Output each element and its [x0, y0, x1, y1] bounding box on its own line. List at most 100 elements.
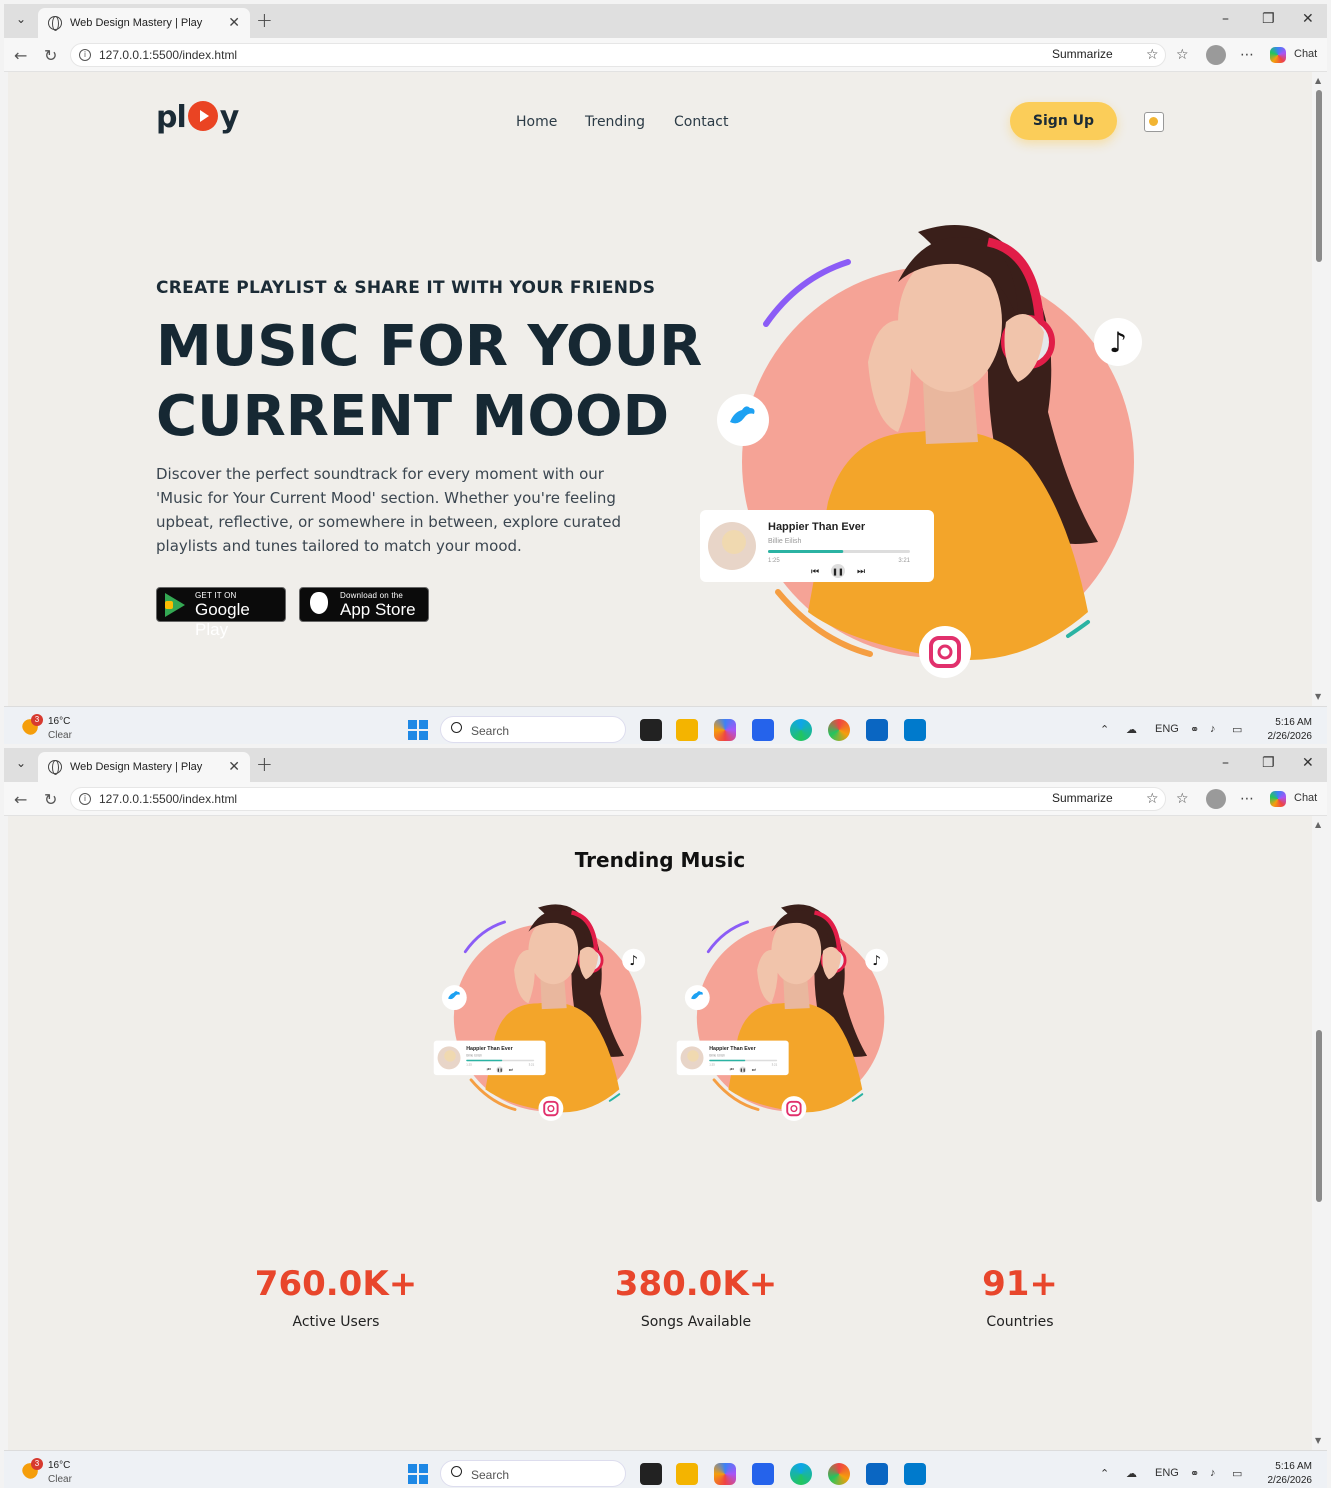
battery-icon[interactable]: ▭: [1232, 1467, 1242, 1480]
battery-icon[interactable]: ▭: [1232, 723, 1242, 736]
file-explorer-icon[interactable]: [676, 1463, 698, 1485]
summarize-button[interactable]: Summarize: [1052, 47, 1113, 61]
play-logo[interactable]: pl y: [156, 100, 239, 135]
profile-avatar[interactable]: [1206, 789, 1226, 809]
system-clock[interactable]: 5:16 AM 2/26/2026: [1262, 1460, 1313, 1488]
page-scrollbar[interactable]: ▲ ▼: [1312, 72, 1327, 706]
tray-chevron-icon[interactable]: ⌃: [1100, 723, 1109, 736]
restore-button[interactable]: ❐: [1262, 755, 1275, 771]
app-icon[interactable]: [752, 719, 774, 741]
task-view-icon[interactable]: [640, 1463, 662, 1485]
file-explorer-icon[interactable]: [676, 719, 698, 741]
site-info-icon[interactable]: i: [79, 793, 91, 805]
tray-chevron-icon[interactable]: ⌃: [1100, 1467, 1109, 1480]
vscode-icon[interactable]: [904, 1463, 926, 1485]
theme-toggle-icon[interactable]: [1144, 112, 1164, 132]
copilot-icon[interactable]: [1270, 791, 1286, 807]
copilot-app-icon[interactable]: [714, 1463, 736, 1485]
close-tab-icon[interactable]: ✕: [228, 14, 240, 31]
volume-icon[interactable]: ♪: [1210, 723, 1216, 735]
edge-icon[interactable]: [790, 719, 812, 741]
favorite-star-icon[interactable]: ☆: [1146, 47, 1159, 63]
close-tab-icon[interactable]: ✕: [228, 758, 240, 775]
language-indicator[interactable]: ENG: [1155, 723, 1179, 735]
twitter-bubble[interactable]: [717, 394, 769, 446]
prev-track-icon[interactable]: ⏮: [487, 1068, 491, 1073]
next-track-icon[interactable]: ⏭: [857, 567, 865, 577]
chat-button[interactable]: Chat: [1294, 48, 1317, 60]
edge-icon[interactable]: [790, 1463, 812, 1485]
twitter-bubble[interactable]: [684, 985, 710, 1011]
browser-tab[interactable]: Web Design Mastery | Play ✕: [38, 8, 250, 38]
language-indicator[interactable]: ENG: [1155, 1467, 1179, 1479]
scroll-up-arrow[interactable]: ▲: [1315, 76, 1321, 85]
chrome-icon[interactable]: [828, 719, 850, 741]
twitter-bubble[interactable]: [441, 985, 467, 1011]
summarize-button[interactable]: Summarize: [1052, 791, 1113, 805]
copilot-icon[interactable]: [1270, 47, 1286, 63]
instagram-bubble[interactable]: [781, 1096, 807, 1121]
new-tab-button[interactable]: +: [256, 8, 273, 32]
page-scrollbar[interactable]: ▲ ▼: [1312, 816, 1327, 1450]
volume-icon[interactable]: ♪: [1210, 1467, 1216, 1479]
back-arrow-icon[interactable]: ←: [14, 46, 27, 65]
instagram-bubble[interactable]: [919, 626, 971, 678]
trending-card-2[interactable]: ♪ Happier Than Ever Billie Eilish 1:25 3…: [671, 898, 891, 1123]
next-track-icon[interactable]: ⏭: [752, 1068, 756, 1073]
trending-card-1[interactable]: ♪ Happier Than Ever Billie Eilish 1:25 3…: [428, 898, 648, 1123]
more-menu-icon[interactable]: ⋯: [1240, 791, 1254, 807]
scroll-down-arrow[interactable]: ▼: [1315, 1436, 1321, 1445]
nav-contact[interactable]: Contact: [674, 114, 728, 130]
sign-up-button[interactable]: Sign Up: [1010, 102, 1117, 140]
minimize-button[interactable]: –: [1222, 11, 1229, 27]
scroll-up-arrow[interactable]: ▲: [1315, 820, 1321, 829]
nav-trending[interactable]: Trending: [585, 114, 645, 130]
refresh-icon[interactable]: ↻: [44, 46, 57, 65]
refresh-icon[interactable]: ↻: [44, 790, 57, 809]
instagram-bubble[interactable]: [538, 1096, 564, 1121]
vscode-icon[interactable]: [904, 719, 926, 741]
browser-tab[interactable]: Web Design Mastery | Play ✕: [38, 752, 250, 782]
favorites-list-icon[interactable]: ☆: [1176, 791, 1189, 807]
taskbar-search[interactable]: Search: [440, 1460, 626, 1487]
site-info-icon[interactable]: i: [79, 49, 91, 61]
linkedin-icon[interactable]: [866, 1463, 888, 1485]
prev-track-icon[interactable]: ⏮: [730, 1068, 734, 1073]
google-play-button[interactable]: GET IT ON Google Play: [156, 587, 286, 639]
more-menu-icon[interactable]: ⋯: [1240, 47, 1254, 63]
copilot-app-icon[interactable]: [714, 719, 736, 741]
restore-button[interactable]: ❐: [1262, 11, 1275, 27]
chrome-icon[interactable]: [828, 1463, 850, 1485]
onedrive-icon[interactable]: ☁: [1126, 723, 1137, 736]
app-icon[interactable]: [752, 1463, 774, 1485]
favorites-list-icon[interactable]: ☆: [1176, 47, 1189, 63]
prev-track-icon[interactable]: ⏮: [811, 567, 819, 577]
task-view-icon[interactable]: [640, 719, 662, 741]
wifi-icon[interactable]: ⚭: [1190, 723, 1199, 736]
back-arrow-icon[interactable]: ←: [14, 790, 27, 809]
app-store-button[interactable]: Download on the App Store: [299, 587, 429, 622]
close-window-button[interactable]: ✕: [1302, 11, 1314, 27]
scroll-down-arrow[interactable]: ▼: [1315, 692, 1321, 701]
favorite-star-icon[interactable]: ☆: [1146, 791, 1159, 807]
url-field[interactable]: i 127.0.0.1:5500/index.html: [70, 787, 1166, 811]
scroll-thumb[interactable]: [1316, 1030, 1322, 1202]
url-field[interactable]: i 127.0.0.1:5500/index.html: [70, 43, 1166, 67]
system-clock[interactable]: 5:16 AM 2/26/2026: [1262, 716, 1313, 744]
wifi-icon[interactable]: ⚭: [1190, 1467, 1199, 1480]
linkedin-icon[interactable]: [866, 719, 888, 741]
onedrive-icon[interactable]: ☁: [1126, 1467, 1137, 1480]
next-track-icon[interactable]: ⏭: [509, 1068, 513, 1073]
new-tab-button[interactable]: +: [256, 752, 273, 776]
start-button[interactable]: [408, 720, 428, 740]
tab-list-chevron-icon[interactable]: ⌄: [16, 12, 26, 26]
tab-list-chevron-icon[interactable]: ⌄: [16, 756, 26, 770]
profile-avatar[interactable]: [1206, 45, 1226, 65]
close-window-button[interactable]: ✕: [1302, 755, 1314, 771]
start-button[interactable]: [408, 1464, 428, 1484]
taskbar-search[interactable]: Search: [440, 716, 626, 743]
scroll-thumb[interactable]: [1316, 90, 1322, 262]
minimize-button[interactable]: –: [1222, 755, 1229, 771]
chat-button[interactable]: Chat: [1294, 792, 1317, 804]
nav-home[interactable]: Home: [516, 114, 557, 130]
